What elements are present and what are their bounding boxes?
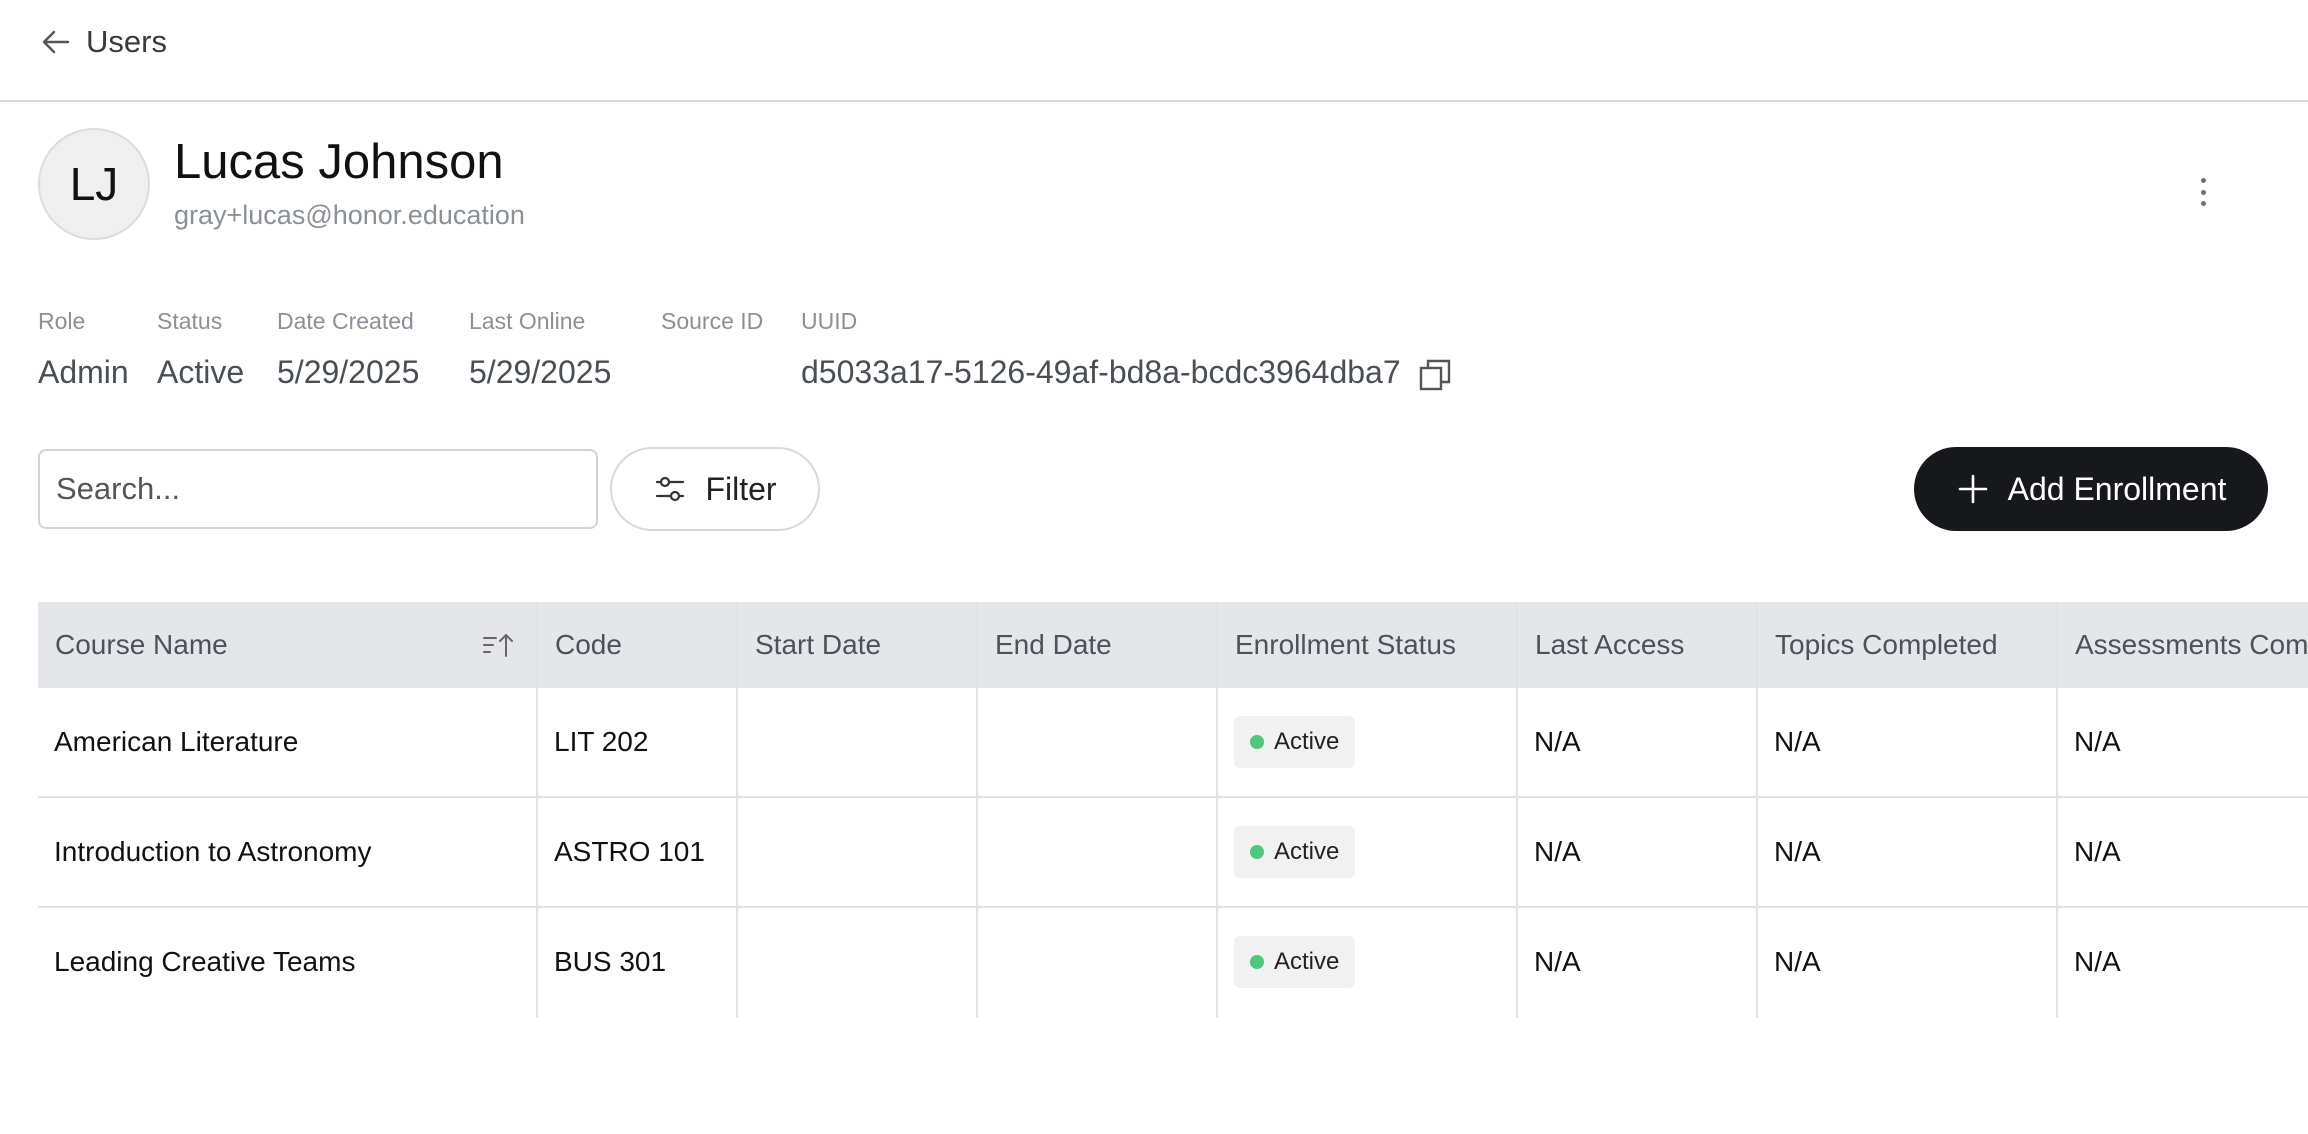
arrow-left-icon — [42, 30, 70, 54]
status-dot-icon — [1250, 735, 1264, 749]
user-email: gray+lucas@honor.education — [174, 200, 525, 230]
status-dot-icon — [1250, 955, 1264, 969]
filter-button[interactable]: Filter — [610, 447, 820, 531]
filter-label: Filter — [705, 470, 777, 507]
status-badge: Active — [1234, 826, 1356, 878]
column-header-last-access[interactable]: Last Access — [1518, 602, 1684, 688]
cell-enrollment-status: Active — [1218, 908, 1356, 1016]
user-name: Lucas Johnson — [174, 135, 504, 189]
more-options-button[interactable] — [2188, 170, 2218, 214]
top-bar: Users — [0, 0, 2308, 102]
column-divider — [1756, 602, 1758, 1018]
status-badge: Active — [1234, 716, 1356, 768]
cell-topics-completed: N/A — [1774, 726, 1821, 757]
avatar: LJ — [38, 128, 150, 240]
cell-assessments-completed: N/A — [2074, 726, 2121, 757]
cell-topics-completed: N/A — [1774, 946, 1821, 977]
cell-course-name: Introduction to Astronomy — [54, 836, 372, 867]
cell-last-access: N/A — [1534, 726, 1581, 757]
cell-last-access: N/A — [1534, 836, 1581, 867]
cell-topics-completed: N/A — [1774, 836, 1821, 867]
cell-enrollment-status: Active — [1218, 688, 1356, 796]
enrollments-table: Course Name Code Start Date End Date Enr… — [38, 602, 2308, 1018]
table-row[interactable]: Introduction to Astronomy ASTRO 101 Acti… — [38, 798, 2308, 908]
source-id-label: Source ID — [661, 308, 764, 334]
status-badge: Active — [1234, 936, 1356, 988]
status-dot-icon — [1250, 845, 1264, 859]
filter-sliders-icon — [656, 476, 685, 502]
column-header-end-date[interactable]: End Date — [978, 602, 1112, 688]
sort-ascending-icon[interactable] — [482, 630, 514, 660]
cell-start-date — [738, 908, 754, 1016]
column-header-start-date[interactable]: Start Date — [738, 602, 881, 688]
date-created-value: 5/29/2025 — [277, 354, 420, 390]
cell-code: LIT 202 — [554, 726, 649, 757]
column-divider — [736, 602, 738, 1018]
table-header: Course Name Code Start Date End Date Enr… — [38, 602, 2308, 688]
uuid-label: UUID — [801, 308, 858, 334]
cell-end-date — [978, 798, 994, 906]
status-label: Status — [157, 308, 223, 334]
column-header-course-name[interactable]: Course Name — [38, 602, 228, 688]
search-input[interactable] — [38, 449, 598, 529]
cell-start-date — [738, 798, 754, 906]
cell-last-access: N/A — [1534, 946, 1581, 977]
table-row[interactable]: Leading Creative Teams BUS 301 Active N/… — [38, 908, 2308, 1018]
cell-end-date — [978, 908, 994, 1016]
more-vertical-icon — [2200, 178, 2206, 183]
role-label: Role — [38, 308, 86, 334]
uuid-value: d5033a17-5126-49af-bd8a-bcdc3964dba7 — [801, 354, 1401, 390]
role-value: Admin — [38, 354, 129, 390]
column-divider — [1216, 602, 1218, 1018]
column-header-topics-completed[interactable]: Topics Completed — [1758, 602, 1998, 688]
add-enrollment-button[interactable]: Add Enrollment — [1914, 447, 2268, 531]
cell-code: ASTRO 101 — [554, 836, 705, 867]
copy-icon[interactable] — [1418, 358, 1452, 392]
back-to-users-link[interactable]: Users — [38, 24, 167, 60]
add-enrollment-label: Add Enrollment — [2007, 470, 2227, 507]
table-row[interactable]: American Literature LIT 202 Active N/A N… — [38, 688, 2308, 798]
column-divider — [536, 602, 538, 1018]
back-label: Users — [86, 24, 167, 59]
last-online-label: Last Online — [469, 308, 586, 334]
cell-end-date — [978, 688, 994, 796]
column-header-enrollment-status[interactable]: Enrollment Status — [1218, 602, 1456, 688]
plus-icon — [1958, 474, 1987, 504]
column-divider — [976, 602, 978, 1018]
cell-course-name: American Literature — [54, 726, 299, 757]
date-created-label: Date Created — [277, 308, 414, 334]
last-online-value: 5/29/2025 — [469, 354, 612, 390]
cell-course-name: Leading Creative Teams — [54, 946, 356, 977]
column-header-assessments-completed[interactable]: Assessments Comp — [2058, 602, 2308, 688]
column-header-code[interactable]: Code — [538, 602, 622, 688]
status-value: Active — [157, 354, 245, 390]
cell-code: BUS 301 — [554, 946, 667, 977]
cell-enrollment-status: Active — [1218, 798, 1356, 906]
column-divider — [2056, 602, 2058, 1018]
column-divider — [1516, 602, 1518, 1018]
cell-assessments-completed: N/A — [2074, 946, 2121, 977]
cell-start-date — [738, 688, 754, 796]
cell-assessments-completed: N/A — [2074, 836, 2121, 867]
